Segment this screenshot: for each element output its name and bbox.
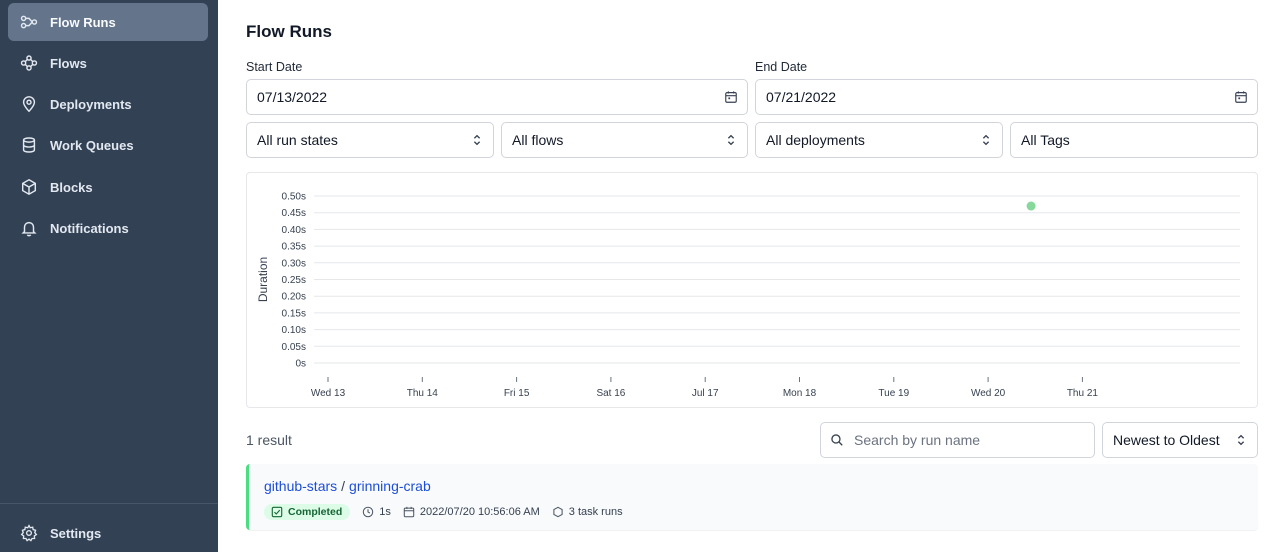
y-tick-label: 0.45s	[282, 208, 306, 219]
chevron-up-down-icon	[724, 133, 738, 147]
sidebar-item-work-queues[interactable]: Work Queues	[8, 126, 208, 164]
sidebar: Flow Runs Flows Deployments Work Queues …	[0, 0, 218, 552]
y-tick-label: 0.15s	[282, 308, 306, 319]
y-tick-label: 0.05s	[282, 342, 306, 353]
y-tick-label: 0s	[295, 359, 306, 370]
tags-value: All Tags	[1021, 132, 1070, 148]
sidebar-item-notifications[interactable]: Notifications	[8, 209, 208, 247]
breadcrumb-separator: /	[341, 478, 346, 494]
deployments-select[interactable]: All deployments	[755, 122, 1003, 158]
sidebar-item-label: Notifications	[50, 220, 129, 236]
end-date-label: End Date	[755, 60, 808, 74]
run-states-select[interactable]: All run states	[246, 122, 494, 158]
x-tick-label: Wed 20	[971, 388, 1006, 399]
calendar-icon	[403, 506, 415, 518]
sidebar-item-deployments[interactable]: Deployments	[8, 85, 208, 123]
y-tick-label: 0.30s	[282, 258, 306, 269]
x-tick-label: Wed 13	[311, 388, 346, 399]
sort-select[interactable]: Newest to Oldest	[1102, 422, 1258, 458]
task-runs: 3 task runs	[552, 506, 623, 518]
sidebar-item-label: Flow Runs	[50, 14, 116, 30]
chevron-up-down-icon	[979, 133, 993, 147]
duration-value: 1s	[379, 506, 391, 518]
state-badge: Completed	[264, 504, 351, 520]
chevron-up-down-icon	[1234, 433, 1248, 447]
flow-name-link[interactable]: github-stars	[264, 478, 337, 494]
sidebar-item-label: Work Queues	[50, 137, 134, 153]
cube-icon	[20, 178, 38, 196]
x-tick-label: Thu 14	[407, 388, 439, 399]
sidebar-item-label: Deployments	[50, 96, 132, 112]
task-runs-value: 3 task runs	[568, 506, 623, 518]
map-pin-icon	[20, 95, 38, 113]
x-tick-label: Sat 16	[596, 388, 625, 399]
state-label: Completed	[288, 506, 343, 518]
search-placeholder: Search by run name	[854, 432, 981, 448]
sidebar-item-label: Settings	[50, 525, 102, 541]
x-tick-label: Fri 15	[504, 388, 530, 399]
database-icon	[20, 136, 38, 154]
sidebar-item-settings[interactable]: Settings	[8, 514, 208, 552]
clock-icon	[363, 506, 374, 518]
deployments-value: All deployments	[766, 132, 865, 148]
x-tick-label: Mon 18	[783, 388, 817, 399]
sidebar-item-flows[interactable]: Flows	[8, 44, 208, 82]
start-date-value: 07/13/2022	[257, 89, 328, 105]
run-states-value: All run states	[257, 132, 338, 148]
sidebar-item-flow-runs[interactable]: Flow Runs	[8, 3, 208, 41]
flows-value: All flows	[512, 132, 564, 148]
sort-value: Newest to Oldest	[1113, 432, 1220, 448]
chart-svg: 0s 0.05s 0.10s 0.15s 0.20s 0.25s 0.30s 0.35s 0.4…	[256, 192, 1240, 399]
sidebar-item-blocks[interactable]: Blocks	[8, 168, 208, 206]
end-date-input[interactable]: 07/21/2022	[755, 79, 1258, 115]
flows-icon	[20, 54, 38, 72]
end-date-value: 07/21/2022	[766, 89, 837, 105]
start-time-value: 2022/07/20 10:56:06 AM	[419, 506, 540, 518]
calendar-icon[interactable]	[1234, 90, 1248, 104]
page-title: Flow Runs	[246, 22, 332, 41]
y-tick-label: 0.35s	[282, 242, 306, 253]
check-square-icon	[271, 506, 283, 518]
x-tick-label: Thu 21	[1067, 388, 1099, 399]
sidebar-item-label: Blocks	[50, 179, 93, 195]
search-icon	[830, 433, 844, 447]
duration-chart: 0s 0.05s 0.10s 0.15s 0.20s 0.25s 0.30s 0.35s 0.4…	[246, 172, 1258, 408]
main-content: Flow Runs Start Date 07/13/2022 End Date…	[218, 0, 1280, 552]
bell-icon	[20, 219, 38, 237]
x-tick-label: Tue 19	[878, 388, 909, 399]
y-tick-label: 0.25s	[282, 275, 306, 286]
y-tick-label: 0.50s	[282, 192, 306, 203]
duration: 1s	[362, 506, 391, 518]
y-axis-title: Duration	[256, 257, 270, 302]
tags-input[interactable]: All Tags	[1010, 122, 1258, 158]
start-date-input[interactable]: 07/13/2022	[246, 79, 748, 115]
calendar-icon[interactable]	[724, 90, 738, 104]
run-meta: Completed 1s 2022/07/20 10:56:06 AM 3 ta…	[264, 504, 623, 520]
flow-run-card[interactable]: github-stars / grinning-crab Completed 1s …	[246, 464, 1258, 530]
flows-select[interactable]: All flows	[501, 122, 748, 158]
task-run-icon	[553, 506, 563, 518]
sidebar-divider	[0, 503, 218, 504]
gear-icon	[20, 524, 38, 542]
flow-runs-icon	[20, 13, 38, 31]
sidebar-item-label: Flows	[50, 55, 87, 71]
y-tick-label: 0.10s	[282, 325, 306, 336]
x-tick-label: Jul 17	[692, 388, 719, 399]
search-input[interactable]: Search by run name	[820, 422, 1095, 458]
y-tick-label: 0.40s	[282, 225, 306, 236]
run-name-link[interactable]: grinning-crab	[349, 478, 431, 494]
result-count: 1 result	[246, 432, 292, 448]
y-tick-label: 0.20s	[282, 292, 306, 303]
start-date-label: Start Date	[246, 60, 303, 74]
start-time: 2022/07/20 10:56:06 AM	[403, 506, 540, 518]
flow-run-point	[1026, 201, 1036, 211]
run-title: github-stars / grinning-crab	[264, 478, 431, 494]
chevron-up-down-icon	[470, 133, 484, 147]
